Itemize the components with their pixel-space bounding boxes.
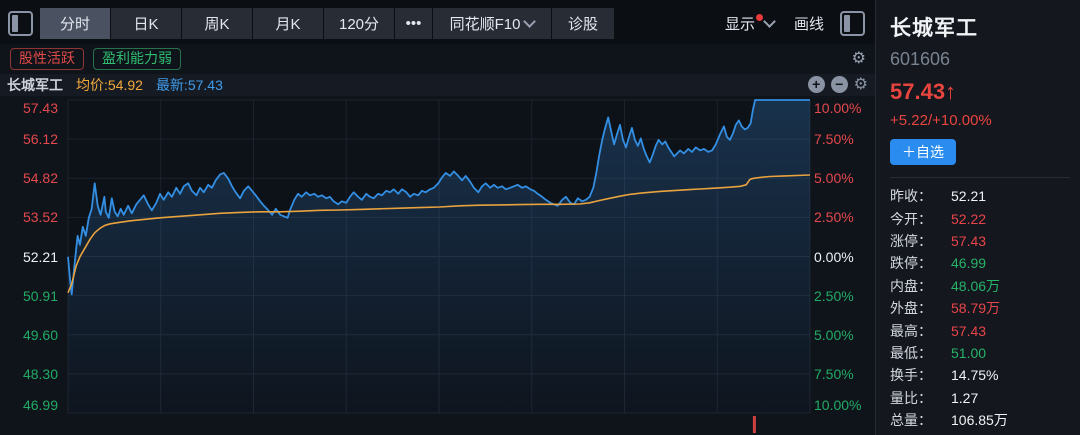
legend-latest-price: 最新:57.43 xyxy=(156,75,223,95)
period-tabs: 分时 日K 周K 月K 120分 ••• 同花顺F10 诊股 xyxy=(40,8,614,39)
stock-trait-tags: 股性活跃盈利能力弱 xyxy=(10,48,190,70)
tab-4[interactable]: 月K xyxy=(253,8,323,39)
tab-1[interactable]: 分时 xyxy=(40,8,110,39)
quote-row-value: 14.75% xyxy=(951,367,998,383)
toolbar-right-group: 显示 画线 xyxy=(725,11,875,36)
quote-row-value: 52.21 xyxy=(951,188,986,204)
quote-row-label: 外盘： xyxy=(890,298,951,318)
quote-row: 总量：106.85万 xyxy=(890,409,1070,431)
display-menu-label: 显示 xyxy=(725,13,755,34)
quote-row-value: 106.85万 xyxy=(951,410,1008,430)
quote-row-label: 今开： xyxy=(890,209,951,229)
quote-row-value: 57.43 xyxy=(951,233,986,249)
price-change: +5.22/+10.00% xyxy=(890,112,1070,129)
chart-pane: 分时 日K 周K 月K 120分 ••• 同花顺F10 诊股 显示 画线 股性活跃盈利能力弱 … xyxy=(0,0,875,435)
quote-detail-table: 昨收：52.21今开：52.22涨停：57.43跌停：46.99内盘：48.06… xyxy=(890,177,1070,431)
tab-2[interactable]: 日K xyxy=(111,8,181,39)
last-price: 57.43↑ xyxy=(890,79,1070,105)
intraday-chart-canvas xyxy=(0,96,875,435)
display-menu-button[interactable]: 显示 xyxy=(725,13,778,34)
quote-row: 量比：1.27 xyxy=(890,387,1070,409)
tab-label: 月K xyxy=(275,13,300,34)
panel-bar-glyph xyxy=(844,15,850,32)
tab-6[interactable]: ••• xyxy=(395,8,432,39)
stock-code: 601606 xyxy=(890,49,1070,70)
quote-row: 换手：14.75% xyxy=(890,364,1070,386)
quote-panel: 长城军工 601606 57.43↑ +5.22/+10.00% ＋自选 昨收：… xyxy=(875,0,1080,435)
stock-name: 长城军工 xyxy=(890,12,1070,42)
tab-5[interactable]: 120分 xyxy=(324,8,394,39)
quote-row-value: 51.00 xyxy=(951,345,986,361)
stock-trait-row: 股性活跃盈利能力弱 ⚙ xyxy=(0,44,875,74)
period-toolbar: 分时 日K 周K 月K 120分 ••• 同花顺F10 诊股 显示 画线 xyxy=(0,0,875,44)
quote-row-label: 跌停： xyxy=(890,253,951,273)
draw-line-button[interactable]: 画线 xyxy=(794,13,824,34)
notification-dot-icon xyxy=(756,14,763,21)
quote-row: 外盘：58.79万 xyxy=(890,297,1070,319)
chevron-down-icon xyxy=(524,15,537,28)
zoom-in-button[interactable]: + xyxy=(808,76,825,93)
legend-average-price: 均价:54.92 xyxy=(76,75,143,95)
quote-row-value: 46.99 xyxy=(951,255,986,271)
tab-label: 周K xyxy=(204,13,229,34)
quote-row: 跌停：46.99 xyxy=(890,252,1070,274)
quote-row-value: 58.79万 xyxy=(951,298,1000,318)
chevron-down-icon xyxy=(763,15,776,28)
trait-tag: 盈利能力弱 xyxy=(93,48,181,70)
toggle-left-panel-icon[interactable] xyxy=(8,11,33,36)
quote-row-label: 昨收： xyxy=(890,186,951,206)
tab-7[interactable]: 同花顺F10 xyxy=(433,8,551,39)
zoom-out-button[interactable]: − xyxy=(831,76,848,93)
tab-3[interactable]: 周K xyxy=(182,8,252,39)
quote-row: 今开：52.22 xyxy=(890,207,1070,229)
quote-row: 昨收：52.21 xyxy=(890,185,1070,207)
panel-bar-glyph xyxy=(12,15,18,32)
tab-label: 120分 xyxy=(339,13,379,34)
trait-tag: 股性活跃 xyxy=(10,48,84,70)
tab-label: 分时 xyxy=(60,13,90,34)
tab-8[interactable]: 诊股 xyxy=(552,8,614,39)
quote-row-label: 量比： xyxy=(890,388,951,408)
quote-row-value: 48.06万 xyxy=(951,276,1000,296)
stock-app-window: 分时 日K 周K 月K 120分 ••• 同花顺F10 诊股 显示 画线 股性活跃盈利能力弱 … xyxy=(0,0,1080,435)
quote-row-label: 总量： xyxy=(890,410,951,430)
intraday-chart[interactable]: 57.4356.1254.8253.5252.2150.9149.6048.30… xyxy=(0,96,875,435)
toggle-right-panel-icon[interactable] xyxy=(840,11,865,36)
quote-row: 内盘：48.06万 xyxy=(890,275,1070,297)
quote-row: 最低：51.00 xyxy=(890,342,1070,364)
tab-label: ••• xyxy=(406,15,422,32)
quote-row-label: 换手： xyxy=(890,365,951,385)
chart-zoom-controls: + − ⚙ xyxy=(808,76,868,93)
tab-label: 同花顺F10 xyxy=(450,13,521,34)
quote-row-label: 内盘： xyxy=(890,276,951,296)
settings-gear-icon[interactable]: ⚙ xyxy=(852,50,866,68)
quote-row: 涨停：57.43 xyxy=(890,230,1070,252)
tab-label: 诊股 xyxy=(568,13,598,34)
quote-row-value: 52.22 xyxy=(951,211,986,227)
chart-settings-gear-icon[interactable]: ⚙ xyxy=(854,76,868,93)
add-to-watchlist-button[interactable]: ＋自选 xyxy=(890,139,956,165)
quote-row-value: 1.27 xyxy=(951,390,978,406)
quote-row-value: 57.43 xyxy=(951,323,986,339)
quote-row: 最高：57.43 xyxy=(890,319,1070,341)
quote-row-label: 最高： xyxy=(890,321,951,341)
legend-stock-name: 长城军工 xyxy=(7,75,63,95)
chart-legend-bar: 长城军工 均价:54.92 最新:57.43 + − ⚙ xyxy=(0,74,875,96)
quote-row-label: 涨停： xyxy=(890,231,951,251)
quote-row-label: 最低： xyxy=(890,343,951,363)
tab-label: 日K xyxy=(133,13,158,34)
